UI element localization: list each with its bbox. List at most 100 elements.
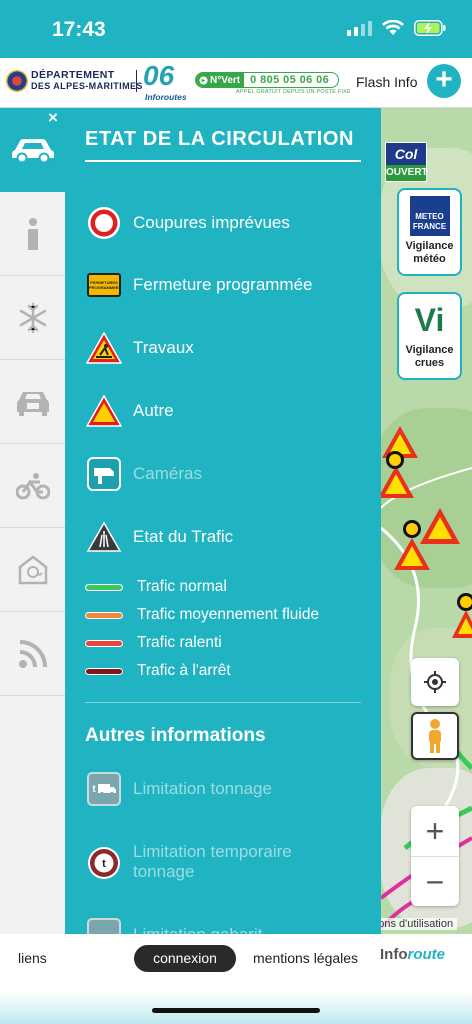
phone-icon xyxy=(199,75,208,85)
novert-phone-link[interactable]: N°Vert 0 805 05 06 06 xyxy=(195,72,339,88)
email-icon xyxy=(18,554,47,584)
legend-limitation-gabarit[interactable]: Limitation gabarit xyxy=(85,916,262,934)
novert-subtext: APPEL GRATUIT DEPUIS UN POSTE FIXE xyxy=(236,89,351,95)
meteo-logo-line2: FRANCE xyxy=(412,222,447,231)
app-header: DÉPARTEMENT DES ALPES-MARITIMES 06 Infor… xyxy=(0,58,472,108)
legend-limitation-tonnage[interactable]: t Limitation tonnage xyxy=(85,770,272,808)
traffic-color-bar xyxy=(85,667,123,675)
traffic-label: Trafic à l'arrêt xyxy=(137,662,231,679)
street-view-button[interactable] xyxy=(411,712,459,760)
legend-label: Travaux xyxy=(133,338,194,357)
department-line1: DÉPARTEMENT xyxy=(31,69,115,81)
rail-item-info[interactable] xyxy=(0,192,65,276)
traffic-color-bar xyxy=(85,639,123,647)
legend-label: Etat du Trafic xyxy=(133,527,234,546)
rail-item-rss[interactable] xyxy=(0,612,65,696)
vigilance-crues-button[interactable]: Vi Vigilance crues xyxy=(397,292,462,380)
zoom-in-button[interactable]: + xyxy=(411,806,459,856)
department-line2: DES ALPES-MARITIMES xyxy=(31,81,143,91)
col-status: OUVERT xyxy=(386,165,428,181)
category-rail: × xyxy=(0,108,65,934)
wifi-icon xyxy=(382,20,404,35)
circulation-panel[interactable]: ETAT DE LA CIRCULATION Coupures imprévue… xyxy=(65,108,381,934)
autres-informations-title: Autres informations xyxy=(85,725,266,746)
traffic-label: Trafic normal xyxy=(137,578,227,595)
traffic-moyen: Trafic moyennement fluide xyxy=(85,606,319,624)
novert-tag-text: N°Vert xyxy=(210,74,241,86)
inforoute-logo[interactable]: Inforoute xyxy=(380,946,445,963)
col-label: Col xyxy=(386,143,426,165)
liens-link[interactable]: liens xyxy=(18,950,47,966)
legend-label: Limitation gabarit xyxy=(133,925,262,934)
meteo-france-logo: METEO FRANCE xyxy=(409,196,450,236)
carpool-icon xyxy=(16,391,49,416)
camera-icon xyxy=(85,455,123,493)
status-time: 17:43 xyxy=(52,18,106,41)
legend-label: Limitation tonnage xyxy=(133,779,272,798)
flash-info-add-button[interactable]: + xyxy=(427,64,461,98)
inforoutes-logo[interactable]: 06 xyxy=(143,62,174,90)
pegman-icon xyxy=(429,719,441,753)
locate-me-button[interactable] xyxy=(411,658,459,706)
roadworks-icon xyxy=(85,329,123,367)
legend-autre[interactable]: Autre xyxy=(85,392,174,430)
mentions-legales-link[interactable]: mentions légales xyxy=(253,950,358,966)
traffic-color-bar xyxy=(85,611,123,619)
header-separator xyxy=(136,70,137,92)
temporary-tonnage-sign-text: t xyxy=(102,858,106,870)
legend-label: Caméras xyxy=(133,464,202,483)
col-status-badge[interactable]: Col OUVERT xyxy=(385,142,428,182)
vigilance-crues-label: Vigilance crues xyxy=(405,344,454,369)
legend-coupures[interactable]: Coupures imprévues xyxy=(85,204,290,242)
legend-label: Limitation temporaire tonnage xyxy=(133,842,292,881)
zoom-controls: + − xyxy=(411,806,459,906)
legend-label: Fermeture programmée xyxy=(133,275,313,294)
novert-number: 0 805 05 06 06 xyxy=(250,74,330,86)
traffic-label: Trafic ralenti xyxy=(137,634,222,651)
traffic-normal: Trafic normal xyxy=(85,578,227,596)
rail-item-bike[interactable] xyxy=(0,444,65,528)
tonnage-icon: t xyxy=(85,770,123,808)
close-panel-button[interactable]: × xyxy=(44,108,62,128)
vigilance-meteo-label: Vigilance météo xyxy=(405,240,454,265)
road-closed-icon xyxy=(85,204,123,242)
tonnage-sign-text: t xyxy=(92,783,96,795)
legend-travaux[interactable]: Travaux xyxy=(85,329,194,367)
department-logo-icon xyxy=(6,70,28,92)
title-underline xyxy=(85,160,361,162)
legend-fermeture[interactable]: FERMETURES PROGRAMMEES Fermeture program… xyxy=(85,266,313,304)
traffic-state-icon xyxy=(85,518,123,556)
connexion-button[interactable]: connexion xyxy=(134,945,236,972)
novert-tag: N°Vert xyxy=(196,73,245,87)
inforoutes-logo-text: Inforoutes xyxy=(145,92,187,102)
snowflake-icon xyxy=(19,302,46,333)
legend-cameras[interactable]: Caméras xyxy=(85,455,202,493)
rss-icon xyxy=(18,639,47,668)
rail-item-winter[interactable] xyxy=(0,276,65,360)
signal-icon xyxy=(347,20,372,36)
gauge-icon xyxy=(85,916,123,934)
status-bar: 17:43 xyxy=(0,0,472,58)
warning-icon xyxy=(85,392,123,430)
flash-info-label[interactable]: Flash Info xyxy=(356,74,417,90)
scheduled-closure-icon: FERMETURES PROGRAMMEES xyxy=(85,266,123,304)
status-icons xyxy=(347,20,446,36)
legend-etat-trafic[interactable]: Etat du Trafic xyxy=(85,518,233,556)
info-icon xyxy=(27,217,38,250)
legend-limitation-temporaire[interactable]: t Limitation temporaire tonnage xyxy=(85,842,333,882)
rail-item-contact[interactable] xyxy=(0,528,65,612)
car-icon xyxy=(11,139,54,163)
traffic-color-bar xyxy=(85,583,123,591)
vigilance-meteo-button[interactable]: METEO FRANCE Vigilance météo xyxy=(397,188,462,276)
temporary-tonnage-icon: t xyxy=(85,844,123,882)
truck-icon xyxy=(97,784,116,796)
panel-title: ETAT DE LA CIRCULATION xyxy=(85,128,355,150)
rail-item-carpool[interactable] xyxy=(0,360,65,444)
bicycle-icon xyxy=(15,472,50,499)
zoom-out-button[interactable]: − xyxy=(411,857,459,907)
inforoute-logo-part1: Info xyxy=(380,946,408,963)
traffic-label: Trafic moyennement fluide xyxy=(137,606,320,623)
scheduled-closure-sign-text: FERMETURES PROGRAMMEES xyxy=(89,280,122,290)
home-indicator xyxy=(152,1008,320,1013)
traffic-ralenti: Trafic ralenti xyxy=(85,634,222,652)
